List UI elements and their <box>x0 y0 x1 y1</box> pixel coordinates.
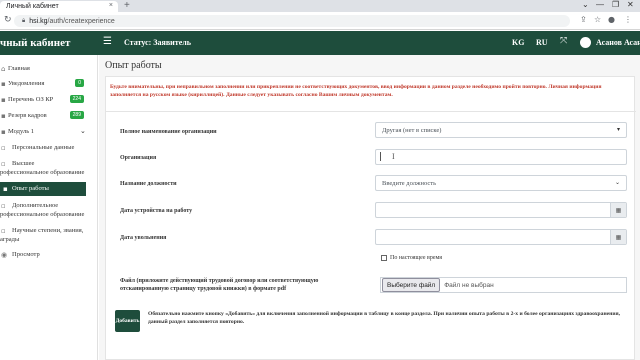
close-window-icon[interactable]: ✕ <box>627 0 634 9</box>
briefcase-icon: ▪ <box>3 185 8 193</box>
eye-icon: ◉ <box>1 251 8 259</box>
sidebar-item-label: аграды <box>0 236 20 243</box>
sidebar-item-label: Высшее <box>12 160 35 167</box>
add-note: Обязательно нажмите кнопку «Добавить» дл… <box>148 311 621 325</box>
url-host: hsi.kg <box>29 17 48 25</box>
home-icon: ⌂ <box>1 65 6 73</box>
lock-icon: 🔒︎ <box>22 17 26 24</box>
position-label: Название должности <box>120 181 177 187</box>
share-icon[interactable]: ⇪ <box>580 15 587 24</box>
sidebar: ⌂ Главная ▪ Уведомления 0 ▪ Перечень ОЗ … <box>0 55 98 360</box>
org-input[interactable]: I <box>375 149 627 165</box>
address-bar[interactable]: 🔒︎ hsi.kg /auth/createxperience <box>14 15 570 27</box>
people-icon: ▪ <box>1 112 6 120</box>
main-content: Опыт работы Будьте внимательны, при непр… <box>99 55 640 360</box>
file-status: Файл не выбран <box>444 281 494 289</box>
hamburger-menu-icon[interactable]: ☰ <box>103 36 112 47</box>
org-full-name-label: Полное наименование организации <box>120 129 217 135</box>
org-full-name-value: Другая (нет в списке) <box>382 126 442 134</box>
warning-text: Будьте внимательны, при неправильном зап… <box>110 84 602 98</box>
menu-kebab-icon[interactable]: ⋮ <box>624 15 632 24</box>
text-cursor <box>380 152 381 161</box>
sidebar-item-label: рофессиональное образование <box>0 211 85 218</box>
sidebar-item-label: Просмотр <box>12 251 40 258</box>
tab-close-icon[interactable]: × <box>109 2 113 9</box>
tab-title: Личный кабинет <box>6 3 59 10</box>
end-date-input[interactable]: ▦ <box>375 229 627 245</box>
chevron-down-icon: ⌄ <box>80 127 86 135</box>
ibeam-cursor-icon: I <box>392 152 395 161</box>
sidebar-item-work-experience[interactable]: ▪ Опыт работы <box>0 182 86 196</box>
url-path: /auth/createxperience <box>47 17 115 25</box>
org-label: Организация <box>120 155 157 161</box>
sidebar-item-label: рофессиональное образование <box>0 169 85 176</box>
award-icon: ▫ <box>1 227 6 235</box>
user-name[interactable]: Асанов Асан <box>596 38 640 47</box>
reload-icon[interactable]: ↻ <box>4 15 12 25</box>
oz-list-badge: 224 <box>69 95 84 103</box>
chevron-down-icon: ⌄ <box>614 179 620 186</box>
lang-kg-button[interactable]: KG <box>512 38 524 47</box>
calendar-icon[interactable]: ▦ <box>610 230 626 244</box>
minimize-icon[interactable]: — <box>596 0 604 9</box>
sidebar-item-label: Главная <box>8 65 30 72</box>
page-title: Опыт работы <box>105 60 162 71</box>
maximize-icon[interactable]: ❐ <box>612 0 619 9</box>
bookmark-star-icon[interactable]: ☆ <box>594 15 601 24</box>
avatar[interactable] <box>580 37 591 48</box>
sidebar-item-label: Уведомления <box>8 80 45 87</box>
brand-title: чный кабинет <box>0 37 71 49</box>
sidebar-item-label: Научные степени, звания, <box>12 227 84 234</box>
divider <box>106 111 636 112</box>
lang-ru-button[interactable]: RU <box>536 38 548 47</box>
sidebar-item-label: Опыт работы <box>12 185 49 192</box>
position-placeholder: Введите должность <box>382 179 437 187</box>
add-button[interactable]: Добавить <box>115 310 140 332</box>
profile-icon[interactable]: ● <box>608 15 615 24</box>
sidebar-item-label: Дополнительное <box>12 202 59 209</box>
reserve-badge: 289 <box>69 111 84 119</box>
browser-tab-strip: Личный кабинет × + ⌄ — ❐ ✕ <box>0 0 640 12</box>
form-card: Будьте внимательны, при неправильном зап… <box>105 76 636 360</box>
person-icon: ▫ <box>1 144 6 152</box>
new-tab-button[interactable]: + <box>124 0 130 11</box>
start-date-input[interactable]: ▦ <box>375 202 627 218</box>
document-icon: ▫ <box>1 202 6 210</box>
calendar-icon[interactable]: ▦ <box>610 203 626 217</box>
fullscreen-icon[interactable]: ⤧ <box>560 36 567 46</box>
file-label: Файл (приложите действующий трудовой дог… <box>120 278 319 292</box>
sidebar-item-label: Модуль 1 <box>8 128 35 135</box>
education-icon: ▫ <box>1 160 6 168</box>
app-header: чный кабинет ☰ Статус: Заявитель KG RU ⤧… <box>0 31 640 55</box>
sidebar-item-label: Перечень ОЗ КР <box>8 96 54 103</box>
sidebar-item-label: Персональные данные <box>12 144 75 151</box>
start-date-label: Дата устройства на работу <box>120 208 193 214</box>
chevron-down-icon: ▾ <box>616 126 620 133</box>
current-job-label: По настоящее время <box>390 255 443 261</box>
position-select[interactable]: Введите должность ⌄ <box>375 175 627 191</box>
user-status: Статус: Заявитель <box>124 38 191 47</box>
current-job-checkbox[interactable]: По настоящее время <box>381 255 442 261</box>
tab-search-icon[interactable]: ⌄ <box>582 0 589 9</box>
file-input[interactable]: Выберите файл Файл не выбран <box>380 277 627 293</box>
browser-toolbar: ↻ 🔒︎ hsi.kg /auth/createxperience ⇪ ☆ ● … <box>0 12 640 30</box>
sidebar-item-label: Резерв кадров <box>8 112 47 119</box>
org-full-name-select[interactable]: Другая (нет в списке) ▾ <box>375 122 627 138</box>
end-date-label: Дата увольнения <box>120 235 167 241</box>
bell-icon: ▪ <box>1 80 6 88</box>
checkbox[interactable] <box>381 255 387 261</box>
choose-file-button[interactable]: Выберите файл <box>382 278 441 292</box>
module-icon: ▪ <box>1 128 6 136</box>
notifications-badge: 0 <box>75 79 84 87</box>
list-icon: ▪ <box>1 96 6 104</box>
browser-tab[interactable]: Личный кабинет × <box>0 1 118 12</box>
